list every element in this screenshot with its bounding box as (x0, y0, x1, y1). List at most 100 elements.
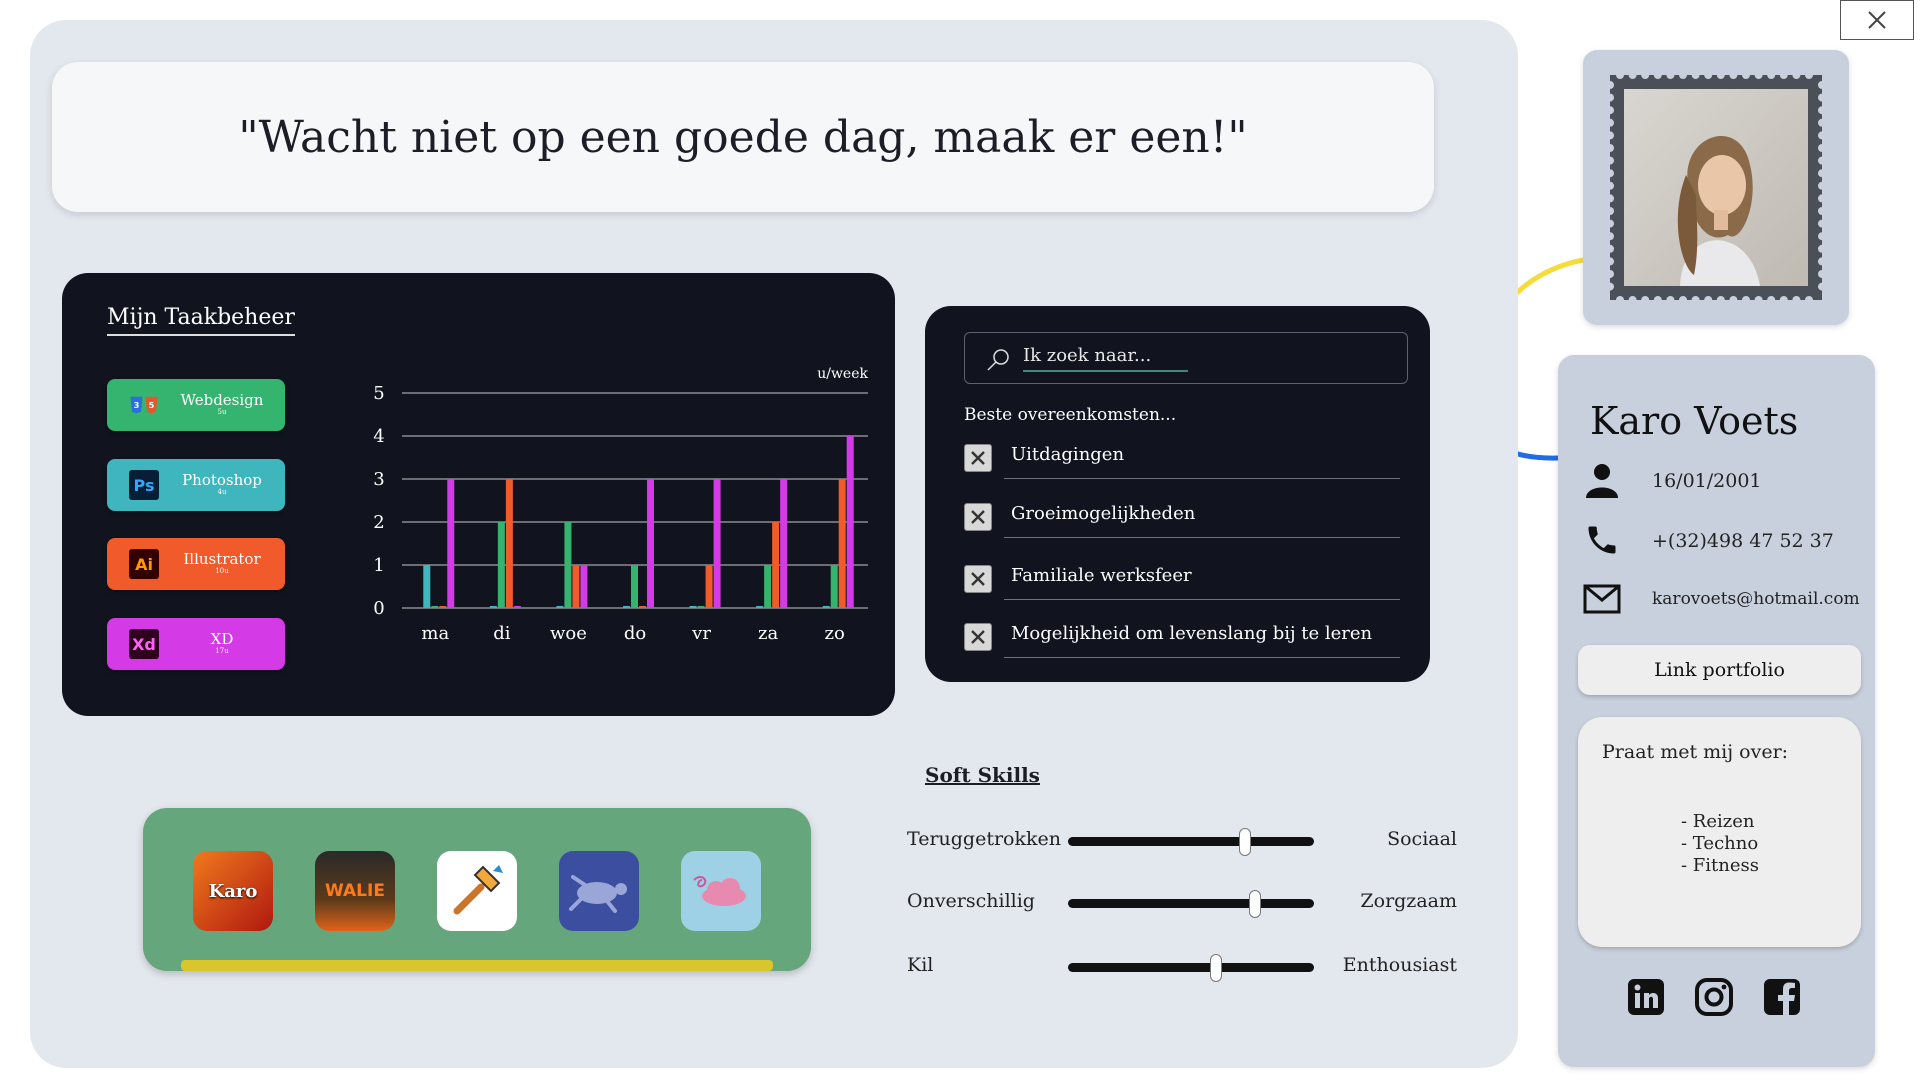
bar (713, 479, 721, 608)
bar (697, 606, 705, 608)
x-tick-label: woe (550, 623, 587, 644)
halloween-game-icon[interactable]: WALIE (315, 851, 395, 931)
quote-card: "Wacht niet op een goede dag, maak er ee… (52, 62, 1434, 212)
remove-checkbox[interactable] (964, 565, 992, 593)
talk-list: - Reizen - Techno - Fitness (1681, 811, 1759, 877)
skill-name: XD (210, 630, 234, 649)
close-icon (971, 572, 985, 586)
skill-name: Illustrator (183, 550, 261, 569)
match-item: Mogelijkheid om levenslang bij te leren (964, 619, 1408, 659)
y-tick-label: 1 (373, 555, 384, 576)
illustrator-icon: Ai (129, 549, 159, 579)
task-manager-card: Mijn Taakbeheer 3 5 Webdesign 5u Ps Phot… (62, 273, 895, 716)
birthdate-text: 16/01/2001 (1652, 470, 1762, 492)
bar (505, 479, 513, 608)
hammer-icon[interactable] (437, 851, 517, 931)
phone-text: +(32)498 47 52 37 (1652, 530, 1834, 552)
cloud-icon[interactable] (681, 851, 761, 931)
portfolio-link-button[interactable]: Link portfolio (1578, 645, 1861, 695)
slider-right-label: Zorgzaam (1360, 890, 1457, 912)
slider-row: Onverschillig Zorgzaam (907, 882, 1457, 922)
slider-thumb[interactable] (1209, 954, 1222, 982)
bar (447, 479, 455, 608)
person-icon (1582, 460, 1622, 500)
close-icon (971, 630, 985, 644)
talk-about-card: Praat met mij over: - Reizen - Techno - … (1578, 717, 1861, 947)
slider-left-label: Onverschillig (907, 890, 1035, 912)
x-tick-label: di (493, 623, 511, 644)
bar (431, 606, 439, 608)
slider-thumb[interactable] (1239, 828, 1252, 856)
remove-checkbox[interactable] (964, 623, 992, 651)
bar (639, 606, 646, 608)
quote-text: "Wacht niet op een goede dag, maak er ee… (238, 111, 1248, 163)
turtle-icon[interactable] (559, 851, 639, 931)
slider-track[interactable] (1068, 828, 1314, 856)
close-icon (1868, 11, 1886, 29)
skill-webdesign-button[interactable]: 3 5 Webdesign 5u (107, 379, 285, 431)
skill-xd-button[interactable]: Xd XD 17u (107, 618, 285, 670)
remove-checkbox[interactable] (964, 503, 992, 531)
slider-track[interactable] (1068, 954, 1314, 982)
phone-icon (1582, 520, 1622, 560)
divider (1004, 478, 1400, 479)
css-html-icon: 3 5 (129, 390, 159, 420)
bar (764, 565, 772, 608)
slider-left-label: Teruggetrokken (907, 828, 1061, 850)
bar (423, 565, 431, 608)
soft-skills-title: Soft Skills (925, 763, 1040, 787)
task-manager-title: Mijn Taakbeheer (107, 305, 295, 336)
bar (489, 606, 497, 608)
match-label: Groeimogelijkheden (1011, 503, 1196, 524)
apps-progress-bar (181, 960, 773, 971)
karo-app-icon[interactable]: Karo (193, 851, 273, 931)
bar (439, 606, 447, 608)
photoshop-icon: Ps (129, 470, 159, 500)
y-tick-label: 4 (373, 426, 384, 447)
skill-hours: 17u (215, 647, 229, 656)
app-label: WALIE (325, 881, 385, 901)
email-row: karovoets@hotmail.com (1582, 579, 1872, 627)
bar (513, 606, 521, 608)
svg-text:3: 3 (134, 400, 140, 410)
slider-track[interactable] (1068, 890, 1314, 918)
bar (497, 522, 505, 608)
bar (556, 606, 564, 608)
app-label: Karo (208, 880, 258, 902)
skill-illustrator-button[interactable]: Ai Illustrator 10u (107, 538, 285, 590)
birthdate-row: 16/01/2001 (1582, 460, 1872, 508)
bar (838, 479, 846, 608)
facebook-icon[interactable] (1762, 977, 1802, 1017)
search-icon (987, 349, 1009, 371)
profile-name: Karo Voets (1590, 399, 1799, 443)
matches-label: Beste overeenkomsten... (964, 405, 1177, 425)
bar (689, 606, 697, 608)
match-label: Familiale werksfeer (1011, 565, 1192, 586)
y-tick-label: 2 (373, 512, 384, 533)
bar (647, 479, 654, 608)
bar (572, 565, 580, 608)
close-button[interactable] (1840, 0, 1914, 40)
talk-item: - Fitness (1681, 855, 1760, 876)
linkedin-icon[interactable] (1626, 977, 1666, 1017)
close-icon (971, 451, 985, 465)
bar (631, 565, 638, 608)
bar (564, 522, 572, 608)
bar (705, 565, 713, 608)
divider (1004, 599, 1400, 600)
instagram-icon[interactable] (1694, 977, 1734, 1017)
slider-thumb[interactable] (1248, 890, 1261, 918)
search-input[interactable]: Ik zoek naar... (964, 332, 1408, 384)
x-tick-label: zo (825, 623, 845, 644)
bar (772, 522, 780, 608)
bar (846, 436, 854, 608)
match-item: Uitdagingen (964, 440, 1408, 480)
weekly-hours-chart: u/week 0 1 2 3 4 5 ma di woe do vr za zo (373, 366, 868, 644)
slider-row: Kil Enthousiast (907, 946, 1457, 986)
match-label: Uitdagingen (1011, 444, 1125, 465)
skill-photoshop-button[interactable]: Ps Photoshop 4u (107, 459, 285, 511)
xd-icon: Xd (129, 629, 159, 659)
slider-row: Teruggetrokken Sociaal (907, 820, 1457, 860)
remove-checkbox[interactable] (964, 444, 992, 472)
bar (780, 479, 788, 608)
